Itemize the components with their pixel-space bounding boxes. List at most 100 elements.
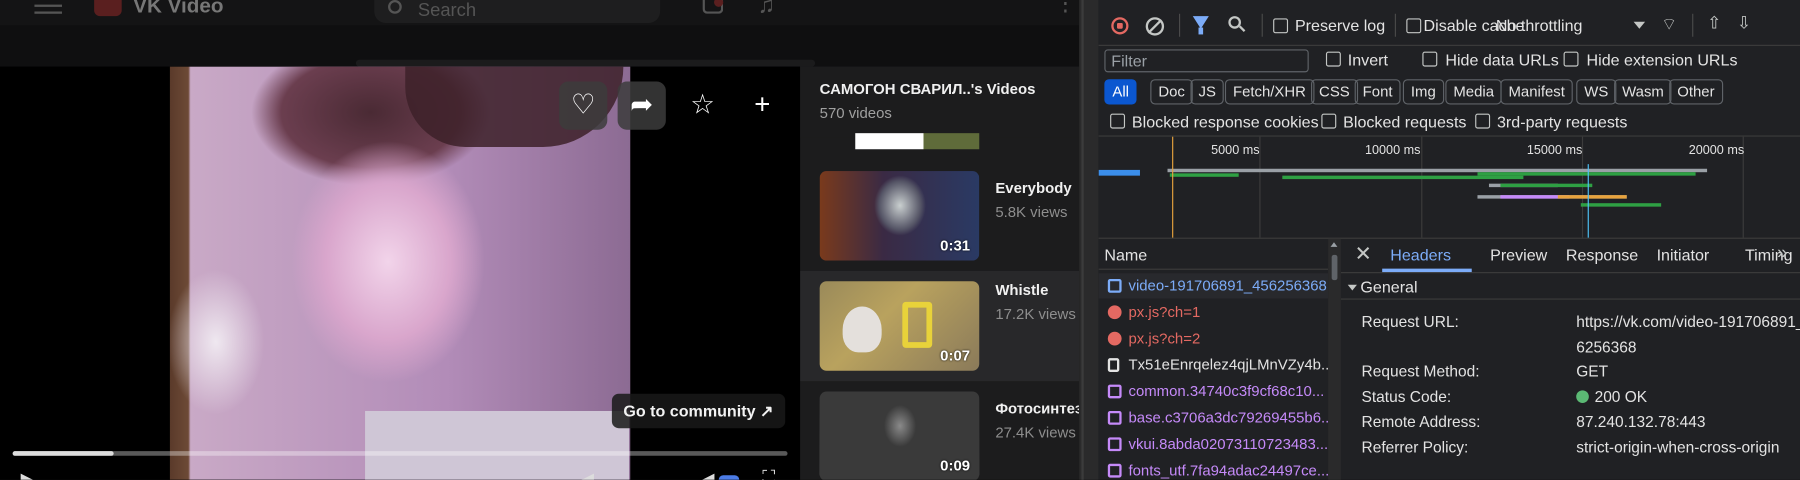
- third-party-requests-checkbox[interactable]: [1475, 113, 1491, 129]
- request-url-row: Request URL: https://vk.com/video-191706…: [1341, 310, 1800, 335]
- tab-headers[interactable]: Headers: [1390, 246, 1451, 264]
- rewind-icon[interactable]: ◀: [580, 468, 594, 480]
- playlist-panel: САМОГОН СВАРИЛ..'s Videos 570 videos 0:3…: [800, 66, 1080, 480]
- type-filter-img[interactable]: Img: [1402, 79, 1444, 105]
- video-player[interactable]: ♡ ➦ ☆ + Go to community ↗ ▶ ◀ ◀ ⛶: [0, 66, 801, 480]
- request-list-scrollbar[interactable]: [1328, 238, 1341, 480]
- hide-extension-urls-checkbox[interactable]: [1563, 51, 1579, 67]
- general-section-header[interactable]: General: [1340, 274, 1800, 300]
- timeline-overview[interactable]: 5000 ms 10000 ms 15000 ms 20000 ms: [1098, 135, 1800, 239]
- quality-badge[interactable]: [718, 475, 740, 480]
- tab-response[interactable]: Response: [1566, 246, 1638, 264]
- invert-checkbox[interactable]: [1325, 51, 1341, 67]
- type-filter-all[interactable]: All: [1104, 79, 1138, 105]
- header-value[interactable]: 87.240.132.78:443: [1576, 413, 1705, 430]
- request-row[interactable]: base.c3706a3dc79269455b6...: [1099, 405, 1328, 430]
- request-row[interactable]: px.js?ch=1: [1099, 300, 1329, 325]
- script-icon: [1107, 463, 1122, 478]
- video-thumbnail[interactable]: 0:07: [819, 281, 980, 371]
- menu-icon[interactable]: [34, 0, 62, 14]
- stop-icon: [1117, 22, 1123, 29]
- playlist-item-active[interactable]: 0:07 Whistle 17.2K views: [800, 270, 1080, 382]
- video-title[interactable]: Everybody: [995, 179, 1071, 196]
- type-filter-doc[interactable]: Doc: [1150, 79, 1193, 105]
- tab-preview[interactable]: Preview: [1490, 246, 1547, 264]
- blocked-requests-checkbox[interactable]: [1321, 113, 1337, 129]
- go-to-community-button[interactable]: Go to community ↗: [611, 393, 785, 429]
- like-button[interactable]: ♡: [559, 81, 608, 130]
- header-value[interactable]: 6256368: [1576, 339, 1636, 356]
- hide-data-urls-checkbox[interactable]: [1422, 51, 1438, 67]
- video-views: 17.2K views: [995, 305, 1076, 323]
- blocked-response-cookies-checkbox[interactable]: [1110, 113, 1126, 129]
- fullscreen-icon[interactable]: ⛶: [762, 468, 775, 479]
- type-filter-css[interactable]: CSS: [1311, 79, 1358, 105]
- playlist-title[interactable]: САМОГОН СВАРИЛ..'s Videos: [820, 80, 1036, 97]
- request-row[interactable]: video-191706891_456256368: [1098, 273, 1329, 299]
- preserve-log-checkbox[interactable]: [1273, 18, 1289, 34]
- header-value[interactable]: https://vk.com/video-191706891_4: [1576, 313, 1800, 330]
- script-icon: [1107, 437, 1122, 452]
- scroll-thumb[interactable]: [1331, 254, 1338, 281]
- type-filter-other[interactable]: Other: [1669, 79, 1723, 105]
- upload-icon[interactable]: ⇧: [1707, 13, 1721, 34]
- progress-bar[interactable]: [12, 451, 788, 456]
- disable-cache-checkbox[interactable]: [1406, 18, 1422, 34]
- scroll-up-icon[interactable]: [1330, 242, 1338, 247]
- header-value[interactable]: strict-origin-when-cross-origin: [1576, 439, 1779, 456]
- playlist-item[interactable]: 0:09 Фотосинтез 27.4K views: [800, 391, 1079, 480]
- search-input[interactable]: Search: [374, 0, 661, 23]
- header-value[interactable]: 200 OK: [1576, 388, 1647, 405]
- request-row[interactable]: vkui.8abda02073110723483...: [1099, 432, 1329, 457]
- playlist-item[interactable]: 0:31 Everybody 5.8K views: [800, 171, 1079, 281]
- clear-button[interactable]: [1145, 17, 1165, 36]
- music-icon[interactable]: ♫: [758, 0, 775, 20]
- type-filter-js[interactable]: JS: [1190, 79, 1224, 105]
- type-filter-fetch-xhr[interactable]: Fetch/XHR: [1224, 79, 1314, 105]
- brand-name[interactable]: VK Video: [133, 0, 223, 18]
- chevron-down-icon: [1347, 284, 1357, 291]
- type-filter-ws[interactable]: WS: [1576, 79, 1617, 105]
- header-value[interactable]: GET: [1576, 363, 1608, 380]
- waterfall-bar: [1500, 183, 1593, 188]
- request-row[interactable]: common.34740c3f9cf68c10...: [1099, 379, 1329, 404]
- play-icon[interactable]: ▶: [21, 468, 35, 480]
- add-button[interactable]: +: [738, 82, 786, 130]
- request-row[interactable]: Tx51eEnrqelez4qjLMnVZy4b...: [1099, 352, 1328, 377]
- share-button[interactable]: ➦: [617, 81, 666, 130]
- record-button[interactable]: [1111, 17, 1129, 35]
- chevron-down-icon[interactable]: [1633, 21, 1646, 29]
- request-name: vkui.8abda02073110723483...: [1128, 435, 1329, 453]
- separator: [1261, 13, 1263, 37]
- video-thumbnail[interactable]: 0:31: [819, 171, 980, 261]
- download-icon[interactable]: ⇩: [1737, 13, 1751, 34]
- preserve-log-label: Preserve log: [1294, 16, 1386, 35]
- request-url-row-cont: 6256368: [1341, 335, 1800, 360]
- panel-divider[interactable]: [1079, 0, 1099, 480]
- third-party-requests-label: 3rd-party requests: [1496, 112, 1628, 131]
- video-title[interactable]: Фотосинтез: [995, 400, 1079, 417]
- more-tabs-icon[interactable]: »: [1777, 243, 1787, 264]
- request-row[interactable]: px.js?ch=2: [1099, 326, 1329, 351]
- video-thumbnail[interactable]: 0:09: [819, 391, 980, 480]
- request-row[interactable]: fonts_utf.7fa94adac24497ce...: [1099, 458, 1328, 480]
- name-column-header[interactable]: Name: [1098, 239, 1329, 270]
- partial-thumbnail[interactable]: [855, 133, 980, 150]
- volume-icon[interactable]: ◀: [700, 468, 714, 480]
- type-filter-media[interactable]: Media: [1445, 79, 1503, 105]
- filter-input[interactable]: Filter: [1104, 49, 1309, 73]
- close-icon[interactable]: ✕: [1355, 242, 1372, 266]
- type-filter-font[interactable]: Font: [1354, 79, 1401, 105]
- vk-logo-icon[interactable]: [94, 0, 122, 17]
- separator: [1178, 13, 1181, 37]
- tab-initiator[interactable]: Initiator: [1657, 246, 1710, 264]
- favorite-button[interactable]: ☆: [678, 82, 726, 130]
- video-title[interactable]: Whistle: [995, 281, 1048, 298]
- more-icon[interactable]: ⋮: [1054, 0, 1077, 17]
- throttling-select[interactable]: No throttling: [1496, 16, 1583, 34]
- network-conditions-icon[interactable]: ⌔: [1661, 14, 1677, 36]
- type-filter-wasm[interactable]: Wasm: [1614, 79, 1672, 105]
- timeline-label: 10000 ms: [1364, 143, 1421, 158]
- type-filter-manifest[interactable]: Manifest: [1500, 79, 1573, 105]
- search-icon-handle: [1238, 25, 1246, 32]
